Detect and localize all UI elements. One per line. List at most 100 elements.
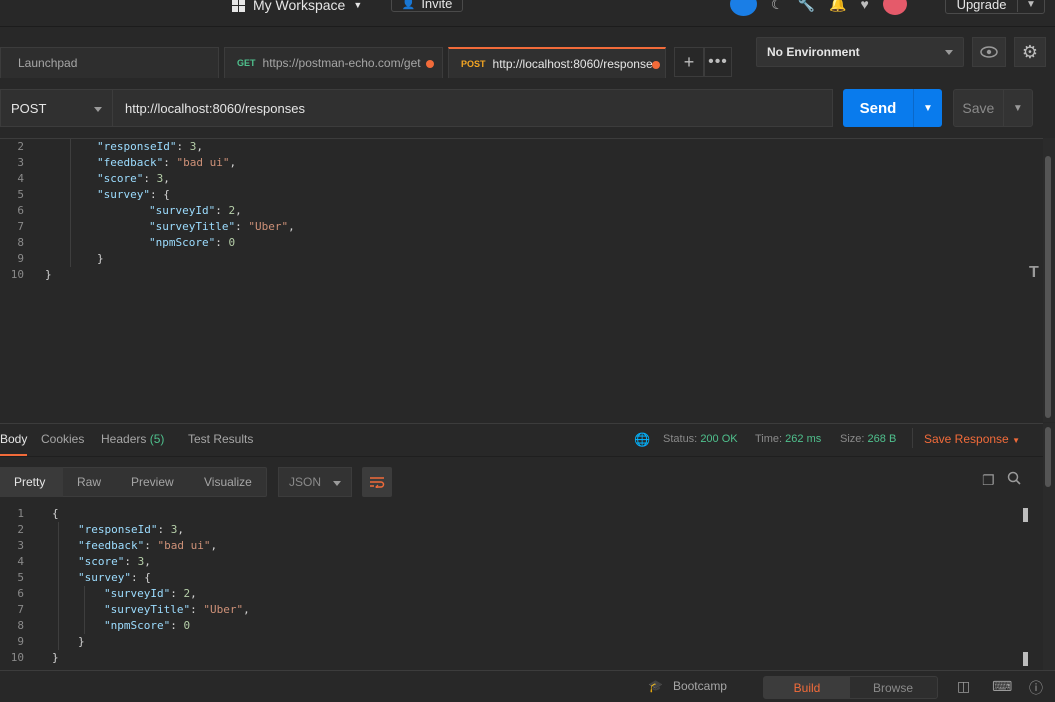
globe-icon[interactable]: 🌐 (634, 432, 650, 448)
code-line: 7 "surveyTitle": "Uber", (0, 602, 1040, 618)
unsaved-dot-icon (426, 60, 434, 68)
code-line: 6 "surveyId": 2, (0, 203, 1040, 219)
save-label: Save (962, 100, 995, 116)
help-icon[interactable]: ⓘ (1029, 678, 1043, 698)
request-body-editor[interactable]: 2 "responseId": 3, 3 "feedback": "bad ui", 4… (0, 138, 1043, 422)
size-readout: Size: 268 B (840, 433, 896, 445)
code-text: "survey": { (97, 188, 170, 201)
tab-label: Launchpad (18, 56, 78, 70)
send-button[interactable]: Send ▼ (843, 89, 942, 127)
code-text: "score": 3, (78, 555, 151, 568)
moon-icon[interactable]: ☾ (771, 0, 784, 13)
code-text: "surveyTitle": "Uber", (149, 220, 295, 233)
response-body-viewer[interactable]: 1{2 "responseId": 3, 3 "feedback": "bad ui"… (0, 506, 1043, 670)
chevron-down-icon[interactable]: ▼ (1018, 0, 1044, 10)
build-browse-toggle[interactable]: Build Browse (763, 676, 938, 699)
view-pretty[interactable]: Pretty (0, 467, 63, 497)
tab-response-headers[interactable]: Headers (5) (101, 432, 164, 446)
line-number: 8 (17, 619, 24, 632)
sync-icon[interactable] (730, 0, 757, 16)
line-number: 3 (17, 156, 24, 169)
code-line: 2 "responseId": 3, (0, 522, 1040, 538)
plus-icon: + (683, 51, 695, 72)
avatar[interactable] (882, 0, 907, 15)
code-text: "feedback": "bad ui", (97, 156, 237, 169)
pane-scrollbar[interactable] (1043, 423, 1055, 670)
view-visualize[interactable]: Visualize (204, 475, 252, 489)
tab-options-button[interactable]: ••• (704, 47, 732, 77)
code-line: 6 "surveyId": 2, (0, 586, 1040, 602)
tab-get-postman-echo[interactable]: GET https://postman-echo.com/get (224, 47, 443, 78)
tab-response-cookies[interactable]: Cookies (41, 432, 84, 446)
build-toggle[interactable]: Build (764, 677, 850, 698)
line-number: 2 (17, 523, 24, 536)
caret-down-icon (94, 107, 102, 112)
two-pane-view-icon[interactable]: ◫ (957, 678, 970, 695)
caret-down-icon: ▼ (1012, 436, 1020, 445)
code-line: 2 "responseId": 3, (0, 139, 1040, 155)
method-label: POST (11, 100, 47, 116)
code-line: 10} (0, 650, 1040, 666)
line-number: 6 (17, 204, 24, 217)
method-select[interactable]: POST (0, 89, 113, 127)
code-line: 3 "feedback": "bad ui", (0, 155, 1040, 171)
tab-launchpad[interactable]: Launchpad (0, 47, 219, 78)
tab-post-localhost[interactable]: POST http://localhost:8060/responses (448, 47, 666, 78)
new-tab-button[interactable]: + (674, 47, 704, 77)
workspace-switcher[interactable]: My Workspace ▼ (232, 0, 362, 14)
code-text: "feedback": "bad ui", (78, 539, 218, 552)
time-label: Time: (755, 433, 783, 445)
wrap-lines-button[interactable] (362, 467, 392, 497)
keyboard-shortcuts-icon[interactable]: ⌨ (992, 678, 1012, 695)
tab-test-results[interactable]: Test Results (188, 432, 253, 446)
line-number: 7 (17, 220, 24, 233)
code-line: 9} (0, 251, 1040, 267)
browse-toggle[interactable]: Browse (850, 677, 936, 698)
time-value[interactable]: 262 ms (785, 433, 821, 445)
code-line: 8 "npmScore": 0 (0, 618, 1040, 634)
copy-icon[interactable]: ❐ (982, 472, 995, 489)
response-viewer-scrollbar[interactable] (1022, 506, 1030, 668)
code-line: 8 "npmScore": 0 (0, 235, 1040, 251)
environment-select[interactable]: No Environment (756, 37, 964, 67)
view-raw[interactable]: Raw (77, 475, 101, 489)
invite-button[interactable]: 👤 Invite (391, 0, 463, 12)
status-badge[interactable]: 200 OK (700, 433, 737, 445)
url-input[interactable] (113, 90, 832, 126)
save-response-button[interactable]: Save Response ▼ (912, 428, 1020, 448)
save-button[interactable]: Save ▼ (953, 89, 1033, 127)
add-user-icon: 👤 (401, 0, 416, 10)
caret-down-icon[interactable]: ▼ (1002, 90, 1032, 126)
code-line: 3 "feedback": "bad ui", (0, 538, 1040, 554)
format-select[interactable]: JSON (278, 467, 352, 497)
indent-guide (70, 139, 71, 267)
upgrade-button[interactable]: Upgrade ▼ (945, 0, 1045, 14)
size-value[interactable]: 268 B (868, 433, 897, 445)
text-cursor-icon: T (1029, 264, 1039, 281)
tab-response-body[interactable]: Body (0, 432, 27, 446)
settings-button[interactable]: ⚙ (1014, 37, 1046, 67)
line-number: 6 (17, 587, 24, 600)
search-icon[interactable] (1007, 471, 1021, 488)
url-field[interactable] (113, 89, 833, 127)
tab-label: http://localhost:8060/responses (492, 56, 659, 71)
view-preview[interactable]: Preview (131, 475, 174, 489)
environment-quick-look-button[interactable] (972, 37, 1006, 67)
line-number: 7 (17, 603, 24, 616)
code-text: } (78, 635, 85, 648)
code-text: "npmScore": 0 (104, 619, 191, 632)
line-number: 4 (17, 172, 24, 185)
wrench-icon[interactable]: 🔧 (798, 0, 815, 13)
grid-icon (232, 0, 245, 12)
line-number: 8 (17, 236, 24, 249)
request-editor-scrollbar[interactable] (1043, 138, 1055, 422)
bootcamp-button[interactable]: 🎓 Bootcamp (648, 679, 727, 693)
bell-icon[interactable]: 🔔 (829, 0, 846, 13)
code-text: } (97, 252, 104, 265)
method-badge: GET (237, 58, 256, 68)
heart-icon[interactable]: ♥ (860, 0, 868, 12)
line-number: 9 (17, 635, 24, 648)
caret-down-icon[interactable]: ▼ (913, 89, 942, 127)
line-number: 10 (10, 651, 24, 664)
indent-guide (84, 586, 85, 634)
